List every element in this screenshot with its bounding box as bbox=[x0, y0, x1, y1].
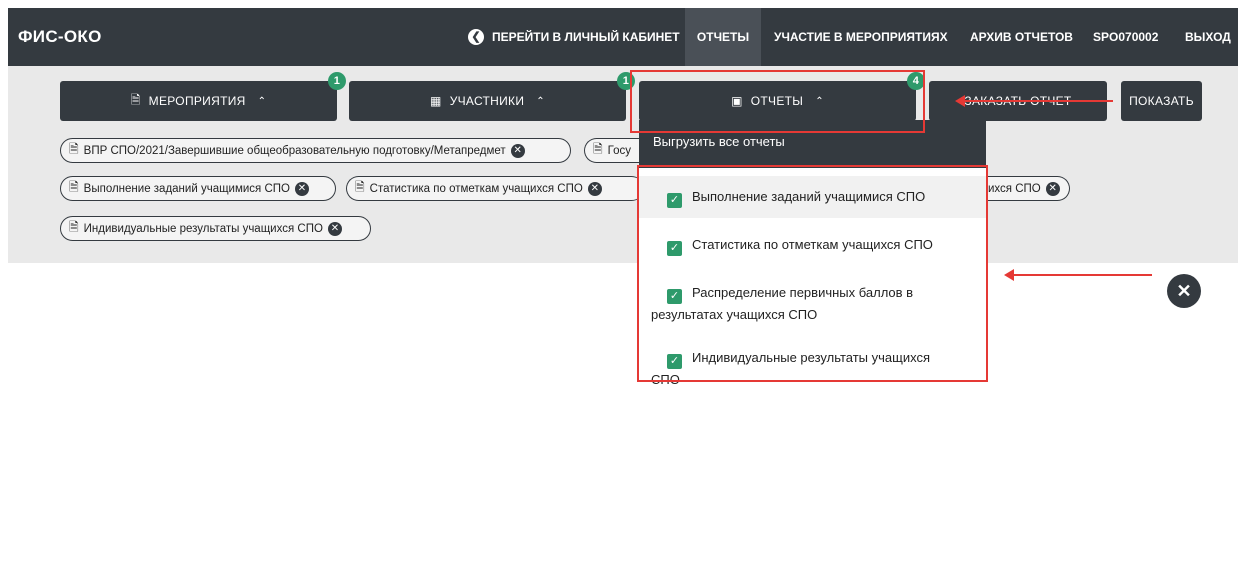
events-dropdown-button[interactable]: 🗎 МЕРОПРИЯТИЯ ⌃ 1 bbox=[60, 72, 346, 121]
nav-reports[interactable]: ОТЧЕТЫ bbox=[685, 8, 761, 66]
remove-chip-icon[interactable]: ✕ bbox=[587, 181, 602, 196]
remove-chip-icon[interactable]: ✕ bbox=[295, 181, 309, 196]
filter-chip: 🗎 Госу bbox=[584, 138, 644, 163]
arrow-head-icon bbox=[955, 95, 965, 107]
filter-chip-label: ихся СПО bbox=[988, 182, 1041, 195]
show-button[interactable]: ПОКАЗАТЬ bbox=[1121, 81, 1202, 121]
nav-personal-cabinet-label: ПЕРЕЙТИ В ЛИЧНЫЙ КАБИНЕТ bbox=[492, 30, 680, 44]
arrow-head-icon bbox=[1004, 269, 1014, 281]
annotation-arrow bbox=[955, 95, 1113, 107]
nav-user[interactable]: SPO070002 bbox=[1093, 8, 1158, 66]
filter-chip: 🗎 Статистика по отметкам учащихся СПО ✕ bbox=[346, 176, 644, 201]
annotation-highlight-box bbox=[630, 70, 925, 133]
filter-chip: 🗎 Выполнение заданий учащимися СПО ✕ bbox=[60, 176, 336, 201]
nav-exit[interactable]: ВЫХОД bbox=[1185, 8, 1231, 66]
annotation-arrow bbox=[1004, 269, 1152, 281]
chevron-up-icon: ⌃ bbox=[257, 95, 267, 107]
nav-archive[interactable]: АРХИВ ОТЧЕТОВ bbox=[970, 8, 1073, 66]
building-icon: ▦ bbox=[430, 94, 442, 108]
remove-chip-icon[interactable]: ✕ bbox=[327, 221, 342, 236]
filter-chip-label: ВПР СПО/2021/Завершившие общеобразовател… bbox=[83, 144, 506, 157]
remove-chip-icon[interactable]: ✕ bbox=[510, 143, 525, 158]
filter-chip-label: Статистика по отметкам учащихся СПО bbox=[369, 182, 583, 195]
filter-chip: 🗎 ВПР СПО/2021/Завершившие общеобразоват… bbox=[60, 138, 571, 163]
document-icon: 🗎 bbox=[69, 180, 79, 194]
filter-chip: 🗎 Индивидуальные результаты учащихся СПО… bbox=[60, 216, 371, 241]
nav-events[interactable]: УЧАСТИЕ В МЕРОПРИЯТИЯХ bbox=[774, 8, 948, 66]
document-icon: 🗎 bbox=[355, 180, 365, 194]
filter-chip-label: Госу bbox=[607, 144, 632, 157]
app-frame: ФИС-ОКО ❮ ПЕРЕЙТИ В ЛИЧНЫЙ КАБИНЕТ ОТЧЕТ… bbox=[8, 8, 1238, 581]
annotation-highlight-box bbox=[637, 165, 988, 382]
participants-dropdown-button[interactable]: ▦ УЧАСТНИКИ ⌃ 1 bbox=[349, 72, 635, 121]
events-dropdown-label: МЕРОПРИЯТИЯ bbox=[148, 94, 246, 108]
filter-chip: ихся СПО ✕ bbox=[984, 176, 1070, 201]
nav-personal-cabinet[interactable]: ❮ ПЕРЕЙТИ В ЛИЧНЫЙ КАБИНЕТ bbox=[468, 8, 680, 66]
chevron-left-circle-icon: ❮ bbox=[468, 29, 484, 45]
participants-dropdown-label: УЧАСТНИКИ bbox=[449, 94, 525, 108]
document-icon: 🗎 bbox=[69, 142, 79, 156]
document-icon: 🗎 bbox=[69, 220, 79, 234]
events-count-badge: 1 bbox=[328, 72, 346, 90]
brand-logo[interactable]: ФИС-ОКО bbox=[18, 27, 102, 47]
filter-chip-label: Индивидуальные результаты учащихся СПО bbox=[83, 222, 323, 235]
remove-chip-icon[interactable]: ✕ bbox=[1045, 181, 1060, 196]
document-icon: 🗎 bbox=[130, 92, 141, 107]
document-icon: 🗎 bbox=[593, 142, 603, 156]
chevron-up-icon: ⌃ bbox=[536, 95, 545, 107]
filter-chip-label: Выполнение заданий учащимися СПО bbox=[83, 182, 290, 195]
close-icon[interactable]: ✕ bbox=[1167, 274, 1201, 308]
top-navbar: ФИС-ОКО ❮ ПЕРЕЙТИ В ЛИЧНЫЙ КАБИНЕТ ОТЧЕТ… bbox=[8, 8, 1238, 66]
